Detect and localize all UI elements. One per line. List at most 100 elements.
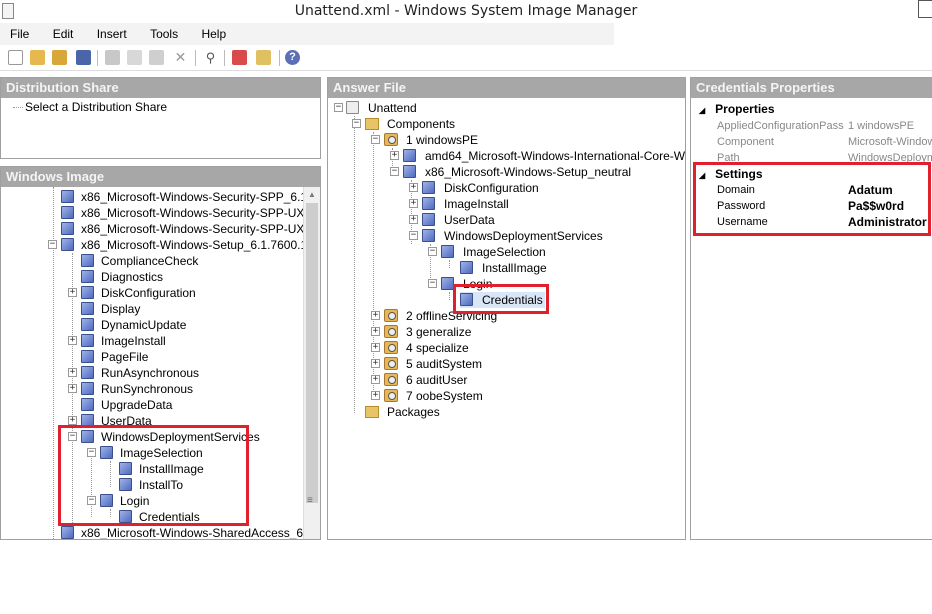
expand-icon: + bbox=[409, 214, 418, 224]
wi-display[interactable]: Display bbox=[81, 301, 140, 317]
copy-icon[interactable] bbox=[127, 50, 142, 65]
create-configuration-set-icon[interactable] bbox=[256, 50, 271, 65]
prop-component-label: Component bbox=[717, 136, 774, 148]
af-international-core[interactable]: + amd64_Microsoft-Windows-International-C… bbox=[390, 148, 685, 164]
collapse-arrow-icon[interactable]: ◢ bbox=[699, 106, 705, 115]
collapse-icon: − bbox=[352, 118, 361, 128]
prop-applied-pass-label: AppliedConfigurationPass bbox=[717, 120, 844, 132]
wi-dynamicupdate[interactable]: DynamicUpdate bbox=[81, 317, 186, 333]
wi-sharedaccess[interactable]: x86_Microsoft-Windows-SharedAccess_6.1.7… bbox=[61, 525, 320, 539]
scroll-up-icon[interactable]: ▲ bbox=[308, 190, 316, 199]
prop-applied-pass-value: 1 windowsPE bbox=[848, 120, 915, 132]
af-oobesystem[interactable]: +7 oobeSystem bbox=[371, 388, 483, 404]
title-bar: Unattend.xml - Windows System Image Mana… bbox=[0, 0, 932, 22]
toolbar: ✕ ⚲ ? bbox=[0, 45, 932, 71]
distribution-share-header: Distribution Share bbox=[1, 78, 320, 98]
af-installimage[interactable]: InstallImage bbox=[460, 260, 547, 276]
collapse-icon: − bbox=[428, 246, 437, 256]
distribution-share-pane: Distribution Share Select a Distribution… bbox=[0, 77, 321, 159]
expand-icon: + bbox=[68, 335, 77, 345]
windows-image-header: Windows Image bbox=[1, 167, 320, 187]
menu-edit[interactable]: Edit bbox=[43, 23, 84, 45]
prop-component-value: Microsoft-Window bbox=[848, 136, 932, 148]
wi-compliancecheck[interactable]: ComplianceCheck bbox=[81, 253, 198, 269]
windows-image-scrollbar[interactable]: ▲ ≡ bbox=[303, 187, 320, 539]
expand-icon: + bbox=[68, 367, 77, 377]
menu-file[interactable]: File bbox=[0, 23, 39, 45]
menu-bar: File Edit Insert Tools Help bbox=[0, 23, 614, 45]
af-packages[interactable]: Packages bbox=[365, 404, 440, 420]
expand-icon: + bbox=[68, 415, 77, 425]
menu-insert[interactable]: Insert bbox=[87, 23, 137, 45]
af-auditsystem[interactable]: +5 auditSystem bbox=[371, 356, 482, 372]
cut-icon[interactable] bbox=[105, 50, 120, 65]
af-specialize[interactable]: +4 specialize bbox=[371, 340, 469, 356]
menu-tools[interactable]: Tools bbox=[140, 23, 188, 45]
open-folder-icon[interactable] bbox=[30, 50, 45, 65]
af-windowspe[interactable]: −1 windowsPE bbox=[371, 132, 478, 148]
scrollbar-thumb[interactable] bbox=[306, 203, 318, 503]
af-components[interactable]: − Components bbox=[352, 116, 455, 132]
expand-icon: + bbox=[371, 358, 380, 368]
wi-setup[interactable]: − x86_Microsoft-Windows-Setup_6.1.7600.16… bbox=[48, 237, 320, 253]
af-unattend[interactable]: − Unattend bbox=[334, 100, 417, 116]
collapse-icon: − bbox=[409, 230, 418, 240]
validate-icon[interactable] bbox=[232, 50, 247, 65]
collapse-icon: − bbox=[428, 278, 437, 288]
expand-icon: + bbox=[371, 342, 380, 352]
expand-icon: + bbox=[409, 198, 418, 208]
wi-runsynchronous[interactable]: + RunSynchronous bbox=[68, 381, 193, 397]
expand-icon: + bbox=[371, 310, 380, 320]
highlight-credentials bbox=[453, 284, 549, 314]
expand-icon: + bbox=[371, 374, 380, 384]
collapse-icon: − bbox=[334, 102, 343, 112]
af-generalize[interactable]: +3 generalize bbox=[371, 324, 471, 340]
new-file-icon[interactable] bbox=[8, 50, 23, 65]
open-distribution-icon[interactable] bbox=[52, 50, 67, 65]
expand-icon: + bbox=[371, 326, 380, 336]
collapse-icon: − bbox=[48, 239, 57, 249]
select-distribution-share-item[interactable]: Select a Distribution Share bbox=[25, 99, 167, 115]
af-imageselection[interactable]: − ImageSelection bbox=[428, 244, 546, 260]
wi-upgradedata[interactable]: UpgradeData bbox=[81, 397, 172, 413]
wi-diskconfiguration[interactable]: + DiskConfiguration bbox=[68, 285, 196, 301]
collapse-icon: − bbox=[390, 166, 399, 176]
app-icon bbox=[2, 3, 14, 19]
paste-icon[interactable] bbox=[149, 50, 164, 65]
af-windowsdeploymentservices[interactable]: − WindowsDeploymentServices bbox=[409, 228, 603, 244]
answer-file-pane: Answer File − Unattend − Components −1 win… bbox=[327, 77, 686, 540]
wi-security-spp-ux[interactable]: x86_Microsoft-Windows-Security-SPP-UX_6.… bbox=[61, 205, 320, 221]
help-icon[interactable]: ? bbox=[285, 50, 300, 65]
expand-icon: + bbox=[371, 390, 380, 400]
credentials-properties-pane: Credentials Properties ◢ Properties Appli… bbox=[690, 77, 932, 540]
highlight-settings bbox=[693, 162, 931, 236]
af-userdata[interactable]: + UserData bbox=[409, 212, 495, 228]
properties-section[interactable]: ◢ Properties bbox=[699, 101, 775, 117]
windows-image-pane: Windows Image x86_Microsoft-Windows-Secu… bbox=[0, 166, 321, 540]
expand-icon: + bbox=[390, 150, 399, 160]
wi-imageinstall[interactable]: + ImageInstall bbox=[68, 333, 166, 349]
menu-help[interactable]: Help bbox=[191, 23, 236, 45]
highlight-wds-tree bbox=[58, 425, 249, 526]
expand-icon: + bbox=[409, 182, 418, 192]
maximize-button[interactable] bbox=[918, 0, 932, 18]
wi-runasynchronous[interactable]: + RunAsynchronous bbox=[68, 365, 199, 381]
window-title: Unattend.xml - Windows System Image Mana… bbox=[294, 3, 638, 19]
wi-security-spp[interactable]: x86_Microsoft-Windows-Security-SPP_6.1.7… bbox=[61, 189, 320, 205]
af-audituser[interactable]: +6 auditUser bbox=[371, 372, 467, 388]
search-icon[interactable]: ⚲ bbox=[203, 50, 218, 65]
af-diskconfiguration[interactable]: + DiskConfiguration bbox=[409, 180, 539, 196]
af-setup-neutral[interactable]: − x86_Microsoft-Windows-Setup_neutral bbox=[390, 164, 631, 180]
af-imageinstall[interactable]: + ImageInstall bbox=[409, 196, 509, 212]
properties-header: Credentials Properties bbox=[691, 78, 932, 98]
wi-pagefile[interactable]: PageFile bbox=[81, 349, 148, 365]
save-icon[interactable] bbox=[76, 50, 91, 65]
expand-icon: + bbox=[68, 383, 77, 393]
wi-security-spp-ux-sppi[interactable]: x86_Microsoft-Windows-Security-SPP-UX-SP… bbox=[61, 221, 320, 237]
expand-icon: + bbox=[68, 287, 77, 297]
collapse-icon: − bbox=[371, 134, 380, 144]
answer-file-header: Answer File bbox=[328, 78, 685, 98]
delete-icon[interactable]: ✕ bbox=[173, 50, 188, 65]
wi-diagnostics[interactable]: Diagnostics bbox=[81, 269, 163, 285]
scroll-grip-icon: ≡ bbox=[307, 495, 313, 506]
